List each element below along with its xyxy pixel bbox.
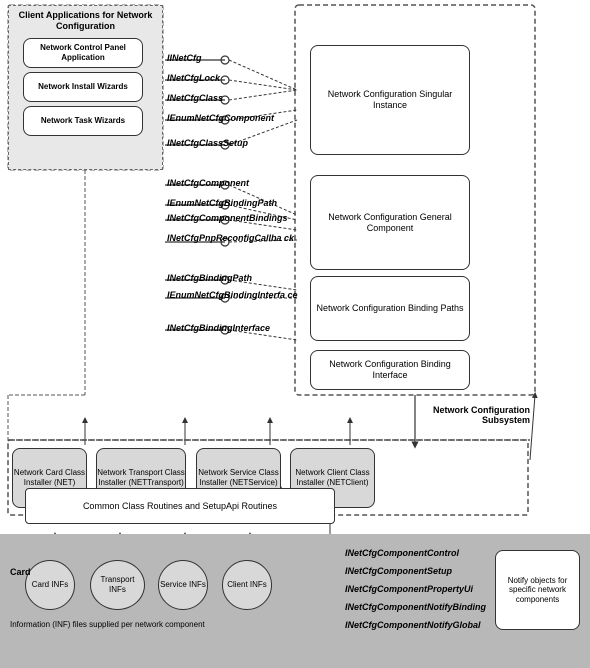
control-panel-box: Network Control Panel Application bbox=[23, 38, 143, 68]
iface-inetcfgcomponentnotifyglobal: INetCfgComponentNotifyGlobal bbox=[345, 620, 481, 630]
iface-inetcfgcomponentpropertyui: INetCfgComponentPropertyUi bbox=[345, 584, 473, 594]
iface-ienumnetcfgcomponent: IEnumNetCfgComponent bbox=[167, 113, 274, 123]
iface-inetcfgpnpreconfig: INetCfgPnpReconfigCallba ck bbox=[167, 233, 294, 243]
iface-inetcfgbindingpath: INetCfgBindingPath bbox=[167, 273, 252, 283]
binding-interface-box: Network Configuration Binding Interface bbox=[310, 350, 470, 390]
iface-inetcfgclass: INetCfgClass bbox=[167, 93, 223, 103]
iface-inetcfg: IINetCfg bbox=[167, 53, 202, 63]
service-infs-circle: Service INFs bbox=[158, 560, 208, 610]
client-infs-circle: Client INFs bbox=[222, 560, 272, 610]
notify-objects-box: Notify objects for specific network comp… bbox=[495, 550, 580, 630]
binding-paths-box: Network Configuration Binding Paths bbox=[310, 276, 470, 341]
iface-inetcfglock: INetCfgLock bbox=[167, 73, 220, 83]
iface-inetcfgcomponentcontrol: INetCfgComponentControl bbox=[345, 548, 459, 558]
iface-inetcfgcomponentbindings: INetCfgComponentBindings bbox=[167, 213, 288, 223]
iface-ienumnetcfgbindingpath: IEnumNetCfgBindingPath bbox=[167, 198, 277, 208]
client-apps-title: Client Applications for Network Configur… bbox=[13, 10, 158, 32]
card-label: Card bbox=[10, 567, 31, 577]
iface-inetcfgbindinginterface: INetCfgBindingInterface bbox=[167, 323, 270, 333]
iface-ienumnetcfgbindinginterface: IEnumNetCfgBindingInterfa ce bbox=[167, 290, 298, 300]
common-class-box: Common Class Routines and SetupApi Routi… bbox=[25, 488, 335, 524]
install-wizards-box: Network Install Wizards bbox=[23, 72, 143, 102]
general-component-box: Network Configuration General Component bbox=[310, 175, 470, 270]
inf-label: Information (INF) files supplied per net… bbox=[10, 620, 205, 629]
task-wizards-box: Network Task Wizards bbox=[23, 106, 143, 136]
subsystem-label: Network Configuration Subsystem bbox=[420, 405, 530, 425]
iface-inetcfgcomponentnotifybinding: INetCfgComponentNotifyBinding bbox=[345, 602, 486, 612]
card-infs-circle: Card INFs bbox=[25, 560, 75, 610]
client-apps-container: Client Applications for Network Configur… bbox=[8, 5, 163, 170]
iface-inetcfgcomponentsetup: INetCfgComponentSetup bbox=[345, 566, 452, 576]
iface-inetcfgcomponent: INetCfgComponent bbox=[167, 178, 249, 188]
transport-infs-circle: Transport INFs bbox=[90, 560, 145, 610]
singular-instance-box: Network Configuration Singular Instance bbox=[310, 45, 470, 155]
iface-inetcfgclasssetup: INetCfgClassSetup bbox=[167, 138, 248, 148]
architecture-diagram: Client Applications for Network Configur… bbox=[0, 0, 590, 668]
